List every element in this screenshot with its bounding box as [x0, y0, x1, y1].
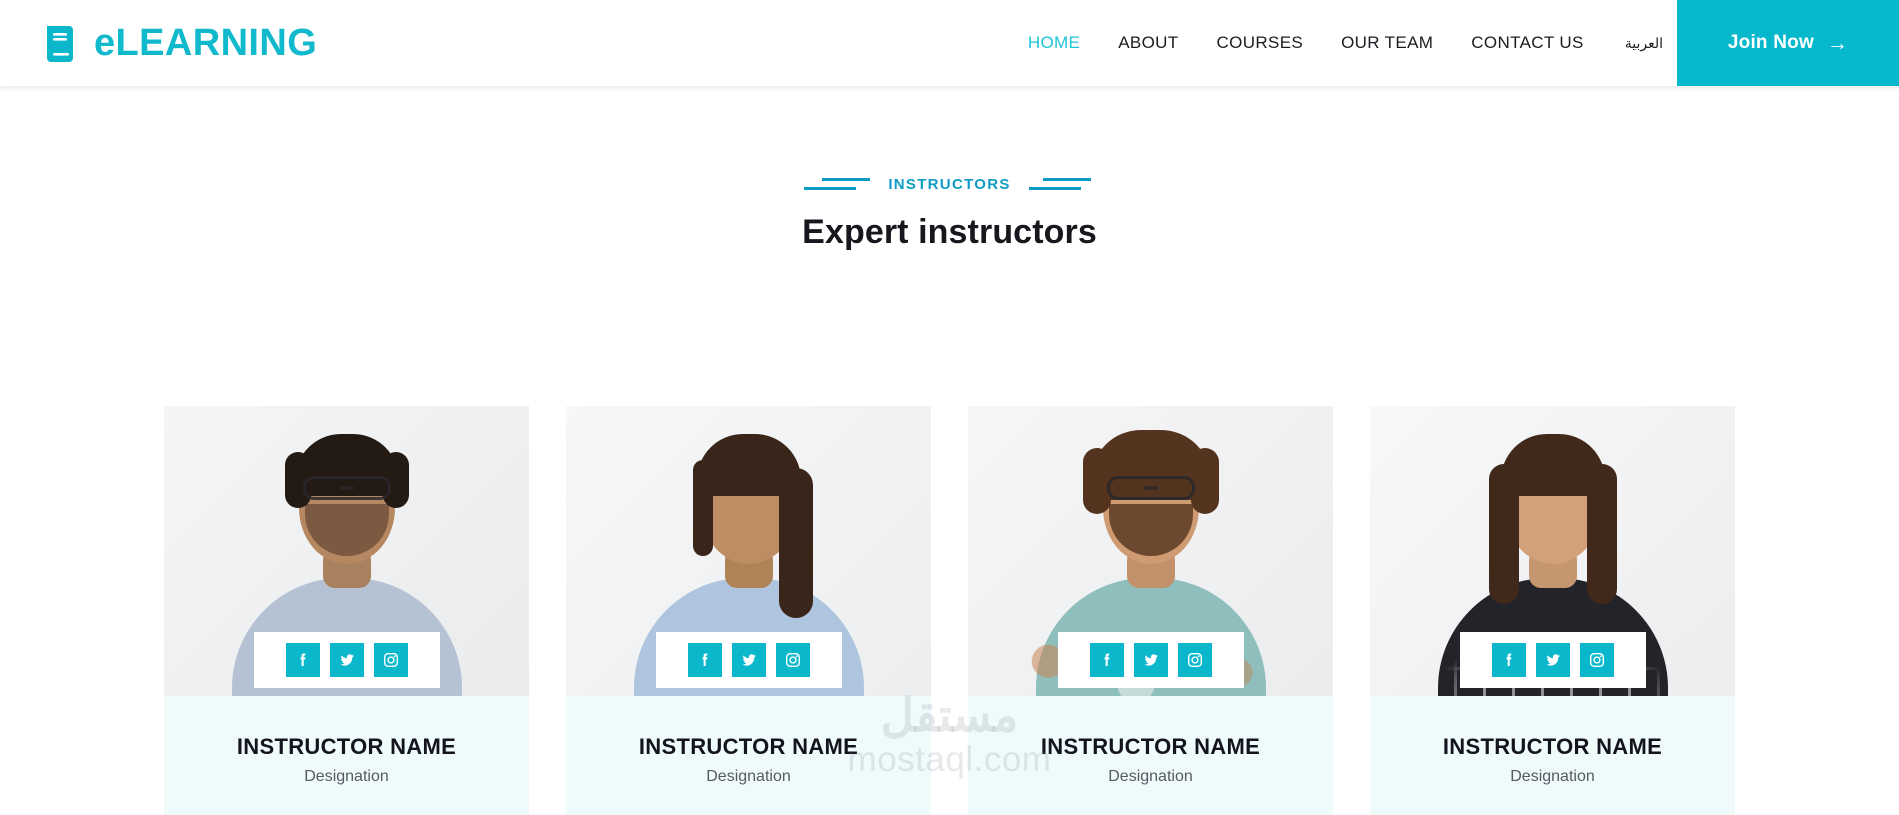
twitter-icon[interactable]: [1535, 643, 1570, 677]
instructor-info: INSTRUCTOR NAME Designation: [566, 696, 931, 815]
twitter-icon[interactable]: [1133, 643, 1168, 677]
join-now-button[interactable]: Join Now →: [1677, 0, 1899, 86]
instructor-designation: Designation: [304, 768, 389, 786]
section-eyebrow: INSTRUCTORS: [888, 175, 1011, 193]
instructor-card[interactable]: INSTRUCTOR NAME Designation: [1370, 406, 1735, 815]
header-spacer: [317, 0, 1009, 86]
social-links: [1057, 632, 1244, 688]
language-switcher-arabic[interactable]: العربية: [1603, 0, 1677, 86]
instructors-section: INSTRUCTORS Expert instructors INSTRUCTO…: [0, 86, 1899, 815]
join-now-label: Join Now: [1727, 32, 1814, 53]
instagram-icon[interactable]: [775, 643, 810, 677]
instructor-name: INSTRUCTOR NAME: [236, 734, 457, 759]
instructor-photo: [164, 406, 529, 696]
site-header: eLEARNING HOME ABOUT COURSES OUR TEAM CO…: [0, 0, 1899, 86]
instructor-name: INSTRUCTOR NAME: [1442, 734, 1663, 759]
instructor-info: INSTRUCTOR NAME Designation: [164, 696, 529, 815]
instagram-icon[interactable]: [1579, 643, 1614, 677]
instructor-photo: [1370, 406, 1735, 696]
brand-logo[interactable]: eLEARNING: [0, 0, 317, 86]
instructor-name: INSTRUCTOR NAME: [638, 734, 859, 759]
instructor-card[interactable]: INSTRUCTOR NAME Designation: [164, 406, 529, 815]
instructor-photo: [566, 406, 931, 696]
instructor-name: INSTRUCTOR NAME: [1040, 734, 1261, 759]
social-links: [1459, 632, 1646, 688]
instructor-card-grid: INSTRUCTOR NAME Designation INSTRUCTOR N…: [0, 406, 1899, 815]
nav-item-home[interactable]: HOME: [1009, 0, 1099, 86]
twitter-icon[interactable]: [731, 643, 766, 677]
instructor-designation: Designation: [1510, 768, 1595, 786]
book-icon: [43, 24, 77, 62]
instructor-photo: [968, 406, 1333, 696]
page-title: Expert instructors: [802, 213, 1097, 251]
instructor-info: INSTRUCTOR NAME Designation: [1370, 696, 1735, 815]
instagram-icon[interactable]: [373, 643, 408, 677]
social-links: [655, 632, 842, 688]
facebook-icon[interactable]: [1089, 643, 1124, 677]
instagram-icon[interactable]: [1177, 643, 1212, 677]
twitter-icon[interactable]: [329, 643, 364, 677]
nav-item-courses[interactable]: COURSES: [1198, 0, 1323, 86]
section-eyebrow-row: INSTRUCTORS: [0, 171, 1899, 197]
main-navigation: HOME ABOUT COURSES OUR TEAM CONTACT US ا…: [1009, 0, 1677, 86]
social-links: [253, 632, 440, 688]
arrow-right-icon: →: [1826, 31, 1849, 55]
instructor-designation: Designation: [706, 768, 791, 786]
nav-item-our-team[interactable]: OUR TEAM: [1322, 0, 1452, 86]
instructor-card[interactable]: INSTRUCTOR NAME Designation: [968, 406, 1333, 815]
instructor-card[interactable]: INSTRUCTOR NAME Designation: [566, 406, 931, 815]
facebook-icon[interactable]: [687, 643, 722, 677]
brand-name: eLEARNING: [94, 22, 318, 64]
instructor-designation: Designation: [1108, 768, 1193, 786]
instructor-info: INSTRUCTOR NAME Designation: [968, 696, 1333, 815]
nav-item-about[interactable]: ABOUT: [1099, 0, 1197, 86]
facebook-icon[interactable]: [1491, 643, 1526, 677]
facebook-icon[interactable]: [285, 643, 320, 677]
decorative-lines-right: [1028, 173, 1097, 195]
decorative-lines-left: [802, 173, 871, 195]
nav-item-contact-us[interactable]: CONTACT US: [1452, 0, 1602, 86]
